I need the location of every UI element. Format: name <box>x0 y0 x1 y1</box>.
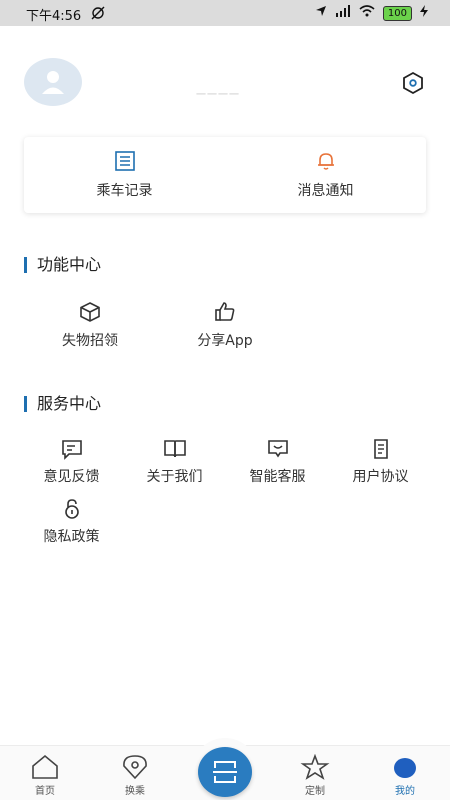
charging-icon <box>420 5 428 21</box>
feedback-button[interactable]: 意见反馈 <box>20 438 123 498</box>
function-center-grid: 失物招领 分享App <box>40 300 450 360</box>
hexagon-settings-icon <box>403 71 423 95</box>
share-app-label: 分享App <box>197 333 253 349</box>
feedback-label: 意见反馈 <box>43 469 100 485</box>
privacy-policy-button[interactable]: 隐私政策 <box>20 498 123 558</box>
box-icon <box>80 302 100 322</box>
about-us-button[interactable]: 关于我们 <box>123 438 226 498</box>
about-us-label: 关于我们 <box>146 469 203 485</box>
battery-indicator: 100 <box>382 5 412 21</box>
tab-transfer-label: 换乘 <box>125 786 145 797</box>
smart-service-label: 智能客服 <box>249 469 306 485</box>
wifi-icon <box>359 5 375 21</box>
tab-transfer[interactable]: 换乘 <box>90 746 180 800</box>
lock-icon <box>64 499 79 519</box>
notifications-label: 消息通知 <box>297 183 354 199</box>
user-agreement-label: 用户协议 <box>352 469 409 485</box>
service-center-title: 服务中心 <box>24 396 101 412</box>
message-icon <box>61 440 82 460</box>
user-icon <box>42 71 64 94</box>
tab-mine-label: 我的 <box>395 786 415 797</box>
document-icon <box>373 439 388 459</box>
smart-service-button[interactable]: 智能客服 <box>226 438 329 498</box>
privacy-policy-label: 隐私政策 <box>43 529 100 545</box>
function-center-title: 功能中心 <box>24 257 101 273</box>
list-icon <box>114 151 135 171</box>
service-center-grid: 意见反馈 关于我们 智能客服 用户协议 隐私政策 <box>20 438 440 558</box>
home-icon <box>32 754 58 779</box>
star-icon <box>300 754 330 780</box>
chat-icon <box>267 440 288 458</box>
location-arrow-icon <box>315 5 327 21</box>
notifications-button[interactable]: 消息通知 <box>225 137 426 213</box>
book-icon <box>163 440 186 458</box>
location-pin-icon <box>123 755 147 780</box>
tab-custom[interactable]: 定制 <box>270 746 360 800</box>
tab-home-label: 首页 <box>35 786 55 797</box>
tab-home[interactable]: 首页 <box>0 746 90 800</box>
thumbs-up-icon <box>215 302 235 321</box>
bell-icon <box>317 153 334 170</box>
user-agreement-button[interactable]: 用户协议 <box>329 438 432 498</box>
quick-actions-card: 乘车记录 消息通知 <box>24 137 426 213</box>
tab-mine[interactable]: 我的 <box>360 746 450 800</box>
profile-icon <box>394 758 416 778</box>
settings-button[interactable] <box>400 70 426 96</box>
scan-icon <box>213 761 237 783</box>
lost-and-found-label: 失物招领 <box>62 333 118 349</box>
username[interactable]: 一一一一 <box>196 86 240 101</box>
scan-button[interactable] <box>198 747 252 797</box>
ride-records-button[interactable]: 乘车记录 <box>24 137 225 213</box>
status-bar: 下午4:56 100 <box>0 0 450 26</box>
lost-and-found-button[interactable]: 失物招领 <box>40 300 140 360</box>
ride-records-label: 乘车记录 <box>96 183 153 199</box>
sync-off-icon <box>91 6 105 24</box>
status-time: 下午4:56 <box>26 9 82 24</box>
signal-icon <box>335 5 351 21</box>
share-app-button[interactable]: 分享App <box>140 300 310 360</box>
tab-custom-label: 定制 <box>305 786 325 797</box>
avatar[interactable] <box>24 58 82 106</box>
